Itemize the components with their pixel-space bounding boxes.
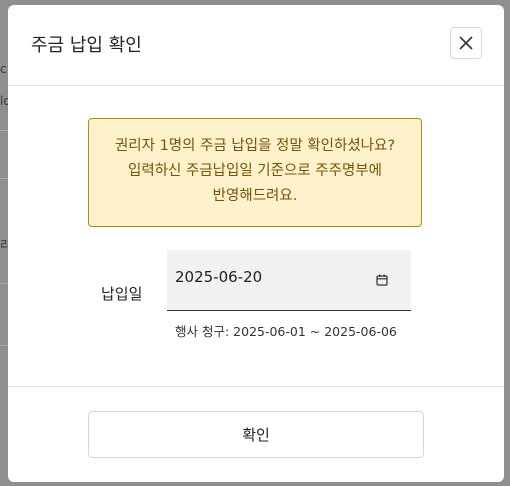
close-icon [459, 36, 473, 50]
alert-line: 권리자 1명의 주금 납입을 정말 확인하셨나요? [114, 138, 396, 154]
close-button[interactable] [450, 27, 482, 59]
background-divider [0, 130, 8, 131]
confirm-button[interactable]: 확인 [88, 411, 424, 458]
confirmation-alert: 권리자 1명의 주금 납입을 정말 확인하셨나요? 입력하신 주금납입일 기준으… [88, 118, 422, 227]
background-divider [0, 345, 8, 346]
dialog-header: 주금 납입 확인 [8, 5, 504, 86]
dialog-body: 권리자 1명의 주금 납입을 정말 확인하셨나요? 입력하신 주금납입일 기준으… [8, 86, 504, 387]
payment-confirm-dialog: 주금 납입 확인 권리자 1명의 주금 납입을 정말 확인하셨나요? 입력하신 … [8, 5, 504, 482]
dialog-title: 주금 납입 확인 [31, 35, 142, 56]
payment-date-label: 납입일 [101, 285, 143, 303]
payment-date-input[interactable] [175, 268, 355, 286]
alert-line: 반영해드려요. [212, 188, 298, 204]
calendar-icon[interactable] [376, 274, 388, 286]
alert-line: 입력하신 주금납입일 기준으로 주주명부에 [128, 163, 382, 179]
background-divider [0, 283, 8, 284]
payment-date-field[interactable] [167, 250, 411, 311]
background-fragment: c [0, 62, 7, 76]
exercise-period-helper: 행사 청구: 2025-06-01 ~ 2025-06-06 [175, 324, 397, 339]
background-divider [0, 178, 8, 179]
